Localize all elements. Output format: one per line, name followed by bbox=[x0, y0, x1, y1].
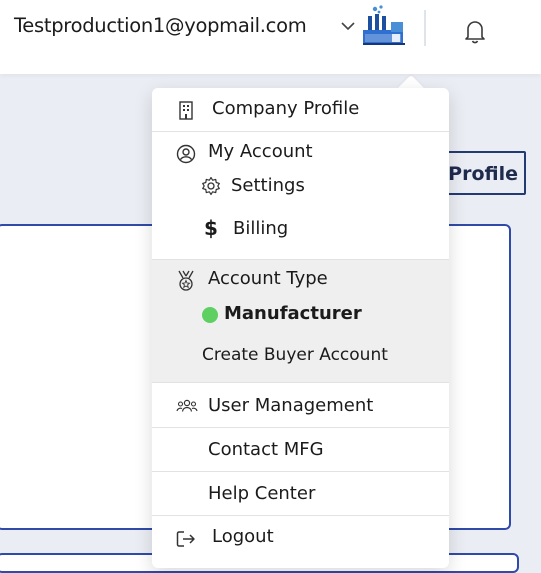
building-icon bbox=[179, 101, 193, 120]
user-circle-icon bbox=[176, 144, 196, 164]
gear-icon bbox=[202, 176, 220, 196]
menu-item-my-account[interactable]: My Account bbox=[152, 138, 449, 168]
medal-icon bbox=[178, 270, 194, 291]
menu-label-my-account: My Account bbox=[208, 141, 313, 162]
menu-divider bbox=[152, 131, 449, 132]
logout-icon bbox=[176, 531, 195, 547]
menu-item-user-management[interactable]: User Management bbox=[152, 383, 449, 426]
menu-item-create-buyer-account[interactable]: Create Buyer Account bbox=[152, 342, 449, 372]
menu-label-company-profile: Company Profile bbox=[212, 98, 360, 119]
bell-icon[interactable] bbox=[460, 16, 490, 46]
menu-item-billing[interactable]: $ Billing bbox=[152, 215, 449, 245]
user-email[interactable]: Testproduction1@yopmail.com bbox=[14, 14, 307, 37]
menu-divider bbox=[152, 259, 449, 260]
factory-logo-icon[interactable] bbox=[362, 4, 406, 46]
menu-item-settings[interactable]: Settings bbox=[152, 172, 449, 202]
header-divider bbox=[424, 10, 426, 46]
menu-item-help-center[interactable]: Help Center bbox=[152, 472, 449, 515]
top-header-bar: Testproduction1@yopmail.com bbox=[0, 0, 541, 74]
chevron-down-icon[interactable] bbox=[340, 20, 356, 32]
menu-label-contact-mfg: Contact MFG bbox=[208, 439, 324, 460]
menu-label-settings: Settings bbox=[231, 175, 305, 196]
account-dropdown-menu: Company Profile My Account Settings $ Bi… bbox=[152, 88, 449, 568]
menu-item-company-profile[interactable]: Company Profile bbox=[152, 88, 449, 131]
menu-label-account-type: Account Type bbox=[208, 268, 328, 289]
users-icon bbox=[176, 399, 198, 412]
menu-label-manufacturer: Manufacturer bbox=[224, 303, 362, 324]
dollar-icon: $ bbox=[204, 216, 218, 240]
menu-item-contact-mfg[interactable]: Contact MFG bbox=[152, 428, 449, 471]
menu-label-help-center: Help Center bbox=[208, 483, 316, 504]
menu-label-logout: Logout bbox=[212, 526, 274, 547]
menu-label-billing: Billing bbox=[233, 218, 289, 239]
menu-item-logout[interactable]: Logout bbox=[152, 516, 449, 559]
menu-label-create-buyer-account: Create Buyer Account bbox=[202, 345, 388, 365]
menu-label-user-management: User Management bbox=[208, 395, 374, 416]
menu-item-manufacturer[interactable]: Manufacturer bbox=[152, 300, 449, 330]
account-type-heading: Account Type bbox=[152, 265, 449, 295]
